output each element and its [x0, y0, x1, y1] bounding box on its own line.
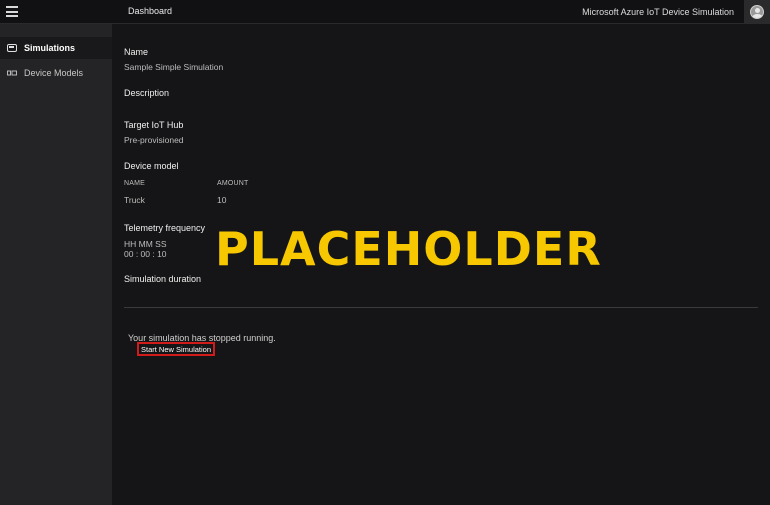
- table-cell-device-amount: 10: [217, 195, 227, 205]
- simulation-duration-label: Simulation duration: [124, 274, 202, 284]
- divider: [124, 307, 758, 308]
- column-header-name: NAME: [124, 180, 146, 187]
- simulation-details: Name Sample Simple Simulation Descriptio…: [112, 24, 770, 505]
- target-hub-label: Target IoT Hub: [124, 120, 184, 130]
- sidebar-item-simulations[interactable]: Simulations: [0, 37, 112, 59]
- table-cell-device-name: Truck: [124, 195, 145, 205]
- sidebar-item-device-models[interactable]: Device Models: [0, 62, 112, 84]
- telemetry-frequency-label: Telemetry frequency: [124, 223, 206, 233]
- column-header-amount: AMOUNT: [217, 180, 249, 187]
- sidebar-item-label: Simulations: [24, 43, 76, 53]
- name-label: Name: [124, 47, 149, 57]
- telemetry-units: HH MM SS: [124, 239, 167, 249]
- description-label: Description: [124, 88, 170, 98]
- target-hub-value: Pre-provisioned: [124, 135, 184, 145]
- placeholder-overlay-text: PLACEHOLDER: [215, 222, 602, 276]
- start-new-simulation-button[interactable]: Start New Simulation: [137, 342, 215, 356]
- telemetry-value: 00 : 00 : 10: [124, 249, 167, 259]
- breadcrumb[interactable]: Dashboard: [128, 6, 172, 16]
- app-title: Microsoft Azure IoT Device Simulation: [582, 7, 734, 17]
- sidebar-item-label: Device Models: [24, 68, 84, 78]
- avatar-icon: [750, 5, 764, 19]
- simulations-icon: [7, 44, 17, 52]
- hamburger-menu-icon[interactable]: [6, 6, 18, 17]
- top-bar: Dashboard Microsoft Azure IoT Device Sim…: [0, 0, 770, 24]
- user-avatar-button[interactable]: [744, 0, 770, 24]
- device-model-label: Device model: [124, 161, 179, 171]
- device-models-icon: [7, 69, 17, 77]
- sidebar: Simulations Device Models: [0, 24, 112, 505]
- name-value: Sample Simple Simulation: [124, 62, 224, 72]
